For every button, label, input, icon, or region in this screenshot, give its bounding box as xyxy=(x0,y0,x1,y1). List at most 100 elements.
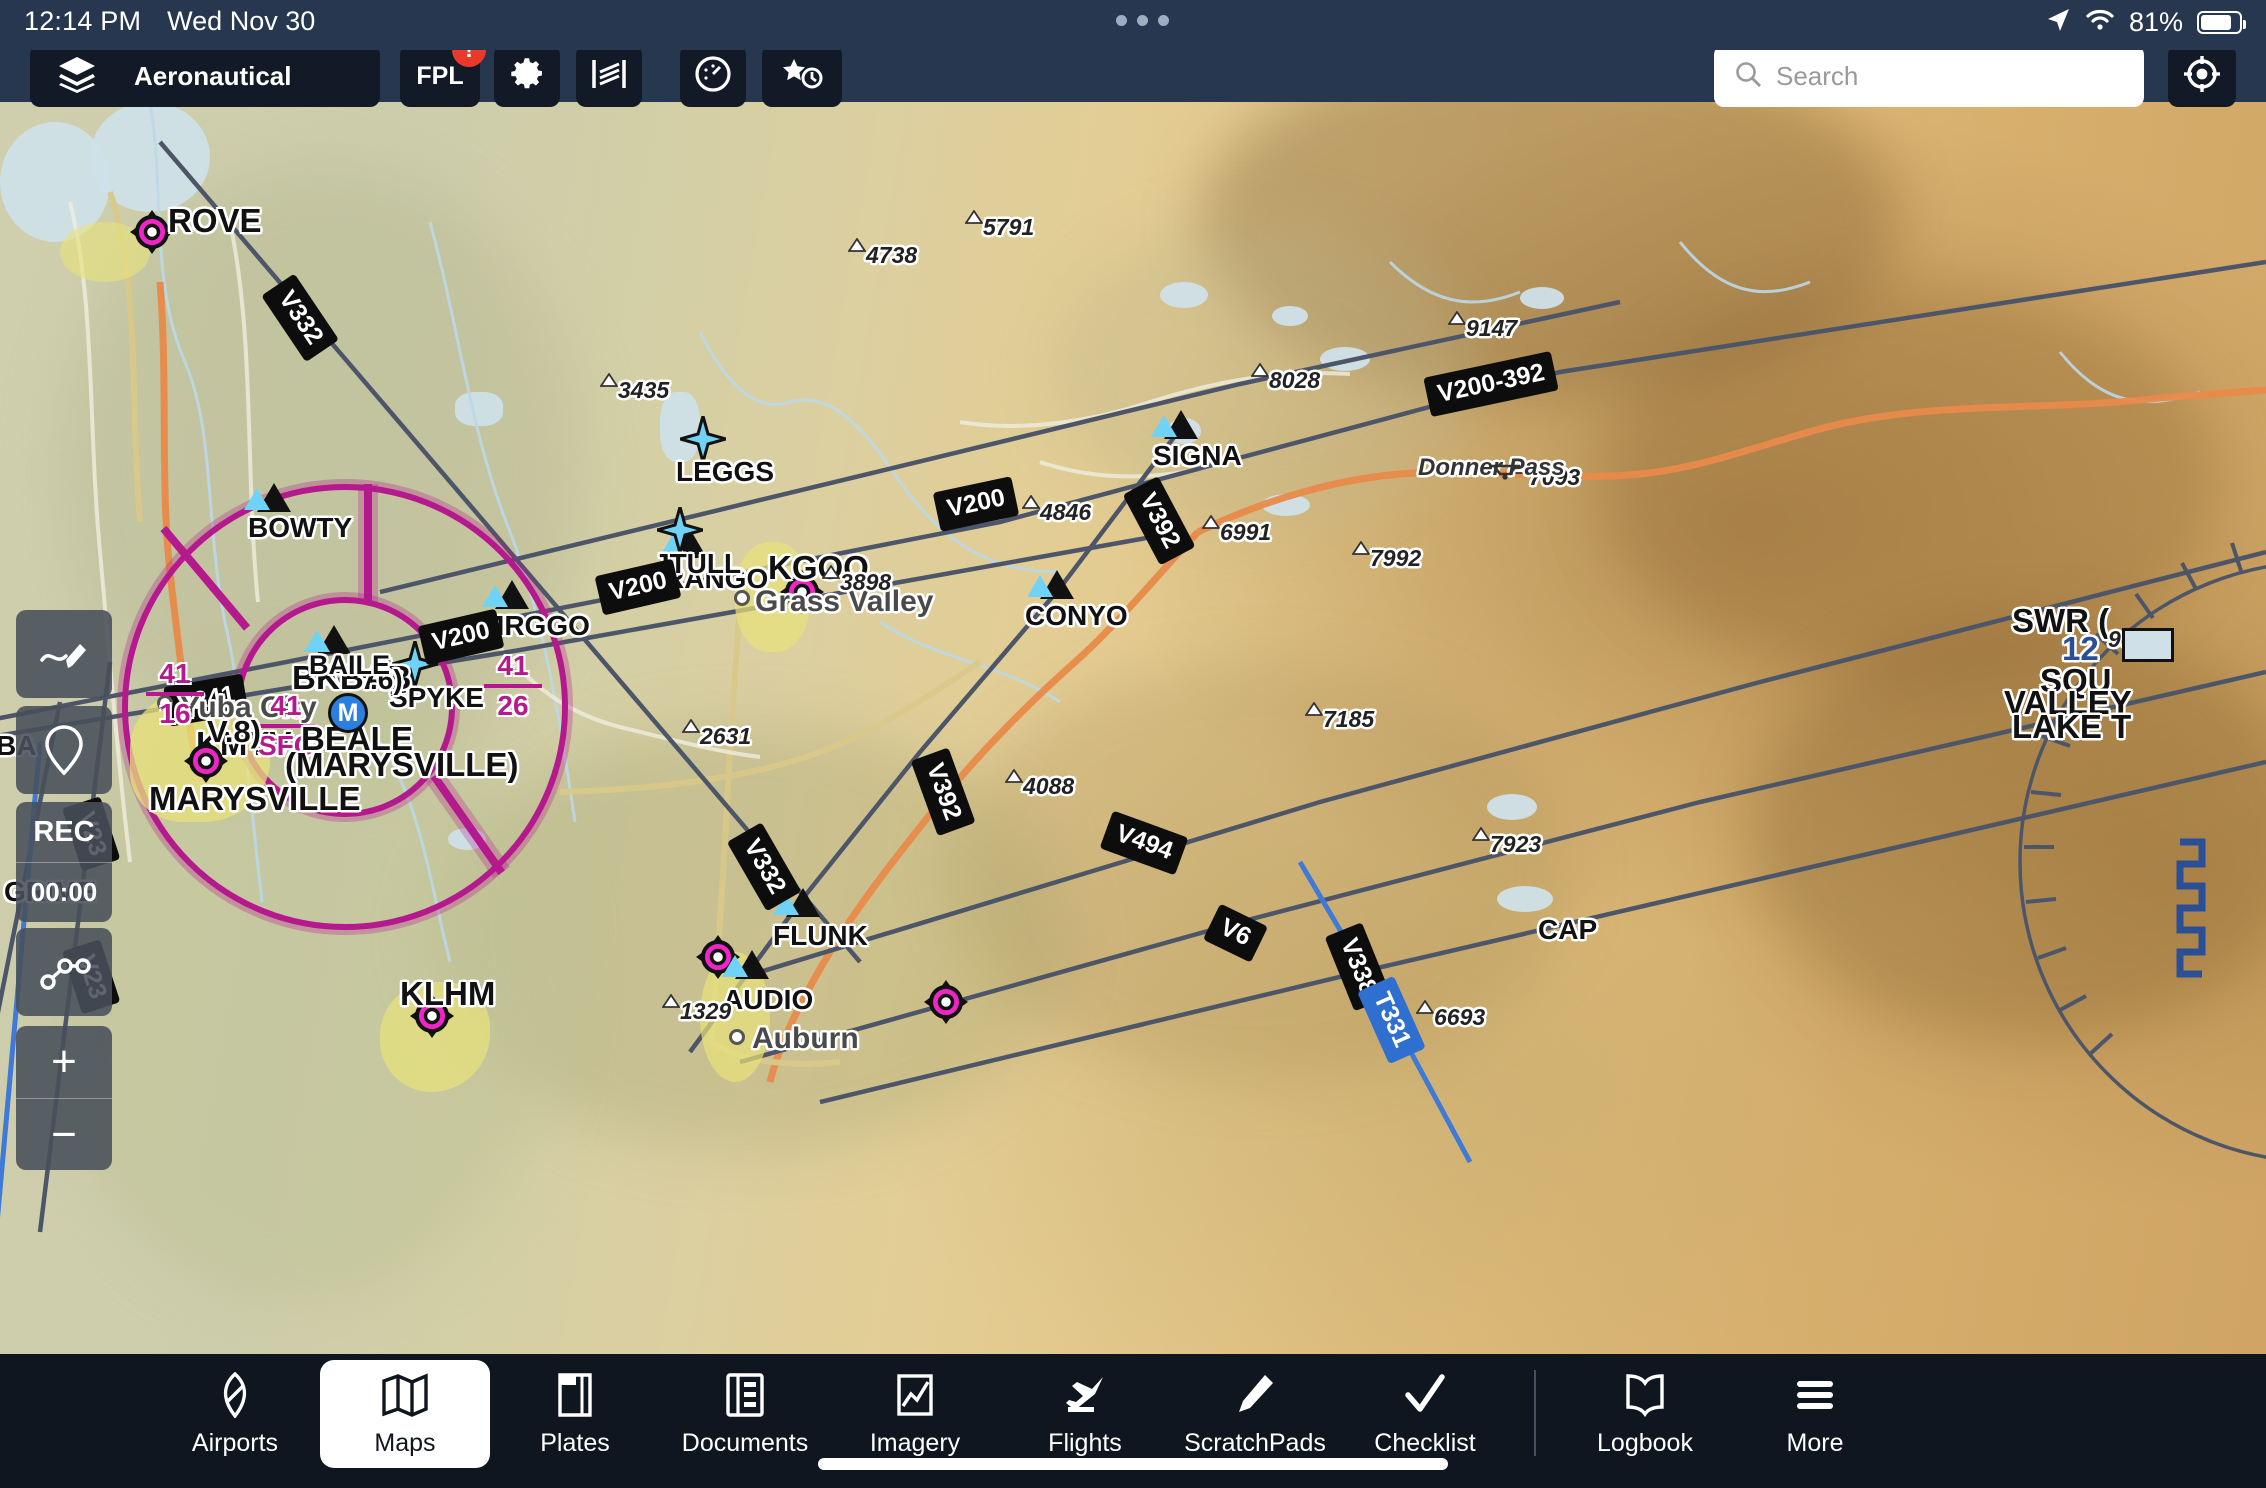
alt-top: 41 xyxy=(159,658,191,689)
vertical-profile-icon xyxy=(590,56,628,97)
route-network-icon xyxy=(40,958,91,990)
tab-label: ScratchPads xyxy=(1184,1428,1326,1457)
city-label-auburn: Auburn xyxy=(752,1022,859,1055)
zoom-out-button[interactable]: − xyxy=(16,1098,112,1170)
airport-label-rove: ROVE xyxy=(168,202,262,239)
tab-logbook[interactable]: Logbook xyxy=(1560,1360,1730,1468)
elevation-marker-icon xyxy=(1415,999,1435,1019)
tab-label: Imagery xyxy=(869,1428,961,1457)
elevation-marker-icon xyxy=(1351,540,1371,560)
waypoint-label-signa: SIGNA xyxy=(1153,440,1242,471)
map-pin-icon xyxy=(45,725,83,776)
battery-fill xyxy=(2201,15,2232,30)
waypoint-label-bowty: BOWTY xyxy=(248,512,353,543)
tab-scratchpads[interactable]: ScratchPads xyxy=(1170,1360,1340,1468)
alt-divider xyxy=(146,692,204,696)
document-icon xyxy=(724,1371,766,1419)
plane-landing-icon xyxy=(1062,1371,1108,1419)
airspace-label-beale-sub: (MARYSVILLE) xyxy=(285,746,519,783)
search-icon xyxy=(1734,60,1762,93)
tab-documents[interactable]: Documents xyxy=(660,1360,830,1468)
search-input[interactable] xyxy=(1776,60,2116,92)
tab-airports[interactable]: Airports xyxy=(150,1360,320,1468)
triangle-glyph xyxy=(495,580,529,609)
alt-bottom: 16 xyxy=(159,698,191,729)
elevation-marker-icon xyxy=(681,718,701,738)
airport-label-marysville: MARYSVILLE xyxy=(149,780,361,817)
tab-more[interactable]: More xyxy=(1730,1360,1900,1468)
airspace-altitude-inner: 41 26 xyxy=(478,650,548,722)
alt-bottom: 26 xyxy=(497,690,529,721)
route-network-button[interactable] xyxy=(16,928,112,1016)
record-button[interactable]: REC xyxy=(16,802,112,862)
route-tool-panel xyxy=(16,928,112,1016)
tab-maps[interactable]: Maps xyxy=(320,1360,490,1468)
hamburger-icon xyxy=(1794,1371,1836,1419)
battery-percent: 81% xyxy=(2128,7,2183,37)
intersection-star-jtull[interactable] xyxy=(657,507,703,553)
ios-status-bar: 12:14 PM Wed Nov 30 81% xyxy=(0,0,2266,50)
tab-plates[interactable]: Plates xyxy=(490,1360,660,1468)
tab-label: Logbook xyxy=(1597,1428,1693,1457)
search-box[interactable] xyxy=(1714,45,2144,107)
elevation-value-2: 9147 xyxy=(1466,315,1518,341)
draw-tool-button[interactable] xyxy=(16,610,112,698)
tab-label: Airports xyxy=(191,1428,279,1457)
tab-imagery[interactable]: Imagery xyxy=(830,1360,1000,1468)
checkmark-icon xyxy=(1403,1371,1447,1419)
label-baile: BAILE xyxy=(309,650,390,680)
airport-symbol-se-apt[interactable] xyxy=(923,979,969,1025)
elevation-value-13: 7923 xyxy=(1490,831,1542,857)
elevation-marker-icon xyxy=(1250,362,1270,382)
elevation-marker-icon xyxy=(1447,310,1467,330)
triangle-glyph xyxy=(1164,410,1198,439)
bottom-tab-bar: Airports Maps Plates Documents Imagery F… xyxy=(0,1354,2266,1488)
label-lake: LAKE T xyxy=(2012,708,2132,745)
map-terrain: ROVE KMYV MARYSVILLE KGOO KLHM BOWTY MRGGO BAIL… xyxy=(0,102,2266,1354)
airport-label-klhm: KLHM xyxy=(400,975,496,1012)
elevation-value-6: 4846 xyxy=(1040,499,1092,525)
elevation-value-4: 3435 xyxy=(618,377,670,403)
tabs-container: Airports Maps Plates Documents Imagery F… xyxy=(150,1360,1900,1468)
vertical-profile-button[interactable] xyxy=(576,45,642,107)
map-canvas[interactable]: ROVE KMYV MARYSVILLE KGOO KLHM BOWTY MRGGO BAIL… xyxy=(0,102,2266,1354)
settings-button[interactable] xyxy=(494,45,560,107)
elevation-marker-icon xyxy=(964,209,984,229)
recorder-panel: REC 00:00 xyxy=(16,802,112,922)
battery-icon xyxy=(2197,11,2246,34)
elevation-value-8: 3898 xyxy=(840,569,892,595)
layers-icon xyxy=(56,54,98,99)
elevation-value-1: 5791 xyxy=(983,214,1035,240)
gauge-icon xyxy=(694,55,732,98)
fpl-label: FPL xyxy=(416,61,464,90)
tab-flights[interactable]: Flights xyxy=(1000,1360,1170,1468)
elevation-marker-icon xyxy=(821,564,841,584)
city-dot-grass-valley xyxy=(734,590,750,606)
alt-top: 41 xyxy=(497,650,529,681)
map-layers-button[interactable]: Aeronautical xyxy=(30,45,380,107)
gear-icon xyxy=(509,56,545,97)
four-point-star-icon xyxy=(657,507,703,553)
swr-freq-box xyxy=(2122,628,2174,662)
record-timer: 00:00 xyxy=(16,862,112,922)
label-cap: CAP xyxy=(1538,914,1598,945)
dynamic-island-dots xyxy=(1116,15,1169,26)
elevation-value-10: 4088 xyxy=(1023,773,1075,799)
tab-label: Maps xyxy=(374,1428,436,1457)
book-open-icon xyxy=(1624,1371,1666,1419)
triangle-glyph xyxy=(735,950,769,979)
airspace-altitude-yuba: 41 16 xyxy=(140,658,210,730)
performance-button[interactable] xyxy=(680,45,746,107)
chart-image-icon xyxy=(895,1371,935,1419)
locate-me-button[interactable] xyxy=(2168,45,2236,107)
military-airport-marker[interactable]: M xyxy=(328,693,368,733)
zoom-in-button[interactable]: + xyxy=(16,1026,112,1098)
elevation-marker-icon xyxy=(1004,768,1024,788)
tab-checklist[interactable]: Checklist xyxy=(1340,1360,1510,1468)
waypoint-label-flunk: FLUNK xyxy=(773,920,868,951)
zoom-stack: + − xyxy=(16,1026,112,1170)
elevation-marker-icon xyxy=(599,372,619,392)
map-layers-label: Aeronautical xyxy=(134,60,292,91)
map-pin-button[interactable] xyxy=(16,706,112,794)
favorites-recents-button[interactable] xyxy=(762,45,842,107)
